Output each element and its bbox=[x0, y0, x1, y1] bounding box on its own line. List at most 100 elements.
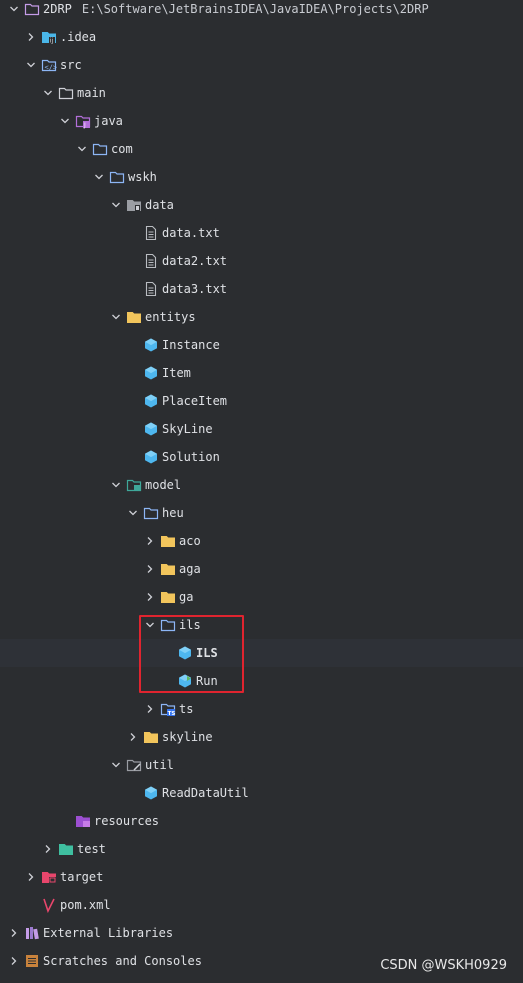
tree-item-label: SkyLine bbox=[162, 422, 213, 436]
package-icon bbox=[92, 141, 108, 157]
chevron-down-icon[interactable] bbox=[74, 141, 90, 157]
chevron-down-icon[interactable] bbox=[57, 113, 73, 129]
chevron-down-icon[interactable] bbox=[23, 57, 39, 73]
tree-item-label: model bbox=[145, 478, 182, 492]
chevron-down-icon[interactable] bbox=[108, 309, 124, 325]
idea-folder-icon: ij bbox=[41, 29, 57, 45]
chevron-right-icon[interactable] bbox=[40, 841, 56, 857]
tree-row-aco[interactable]: aco bbox=[0, 527, 523, 555]
model-package-icon bbox=[126, 477, 142, 493]
tree-row-main[interactable]: main bbox=[0, 79, 523, 107]
tree-item-label: Item bbox=[162, 366, 191, 380]
tree-item-label: 2DRP bbox=[43, 2, 72, 16]
java-main-class-icon bbox=[177, 673, 193, 689]
tree-row-aga[interactable]: aga bbox=[0, 555, 523, 583]
tree-row-entitys[interactable]: entitys bbox=[0, 303, 523, 331]
tree-item-label: ReadDataUtil bbox=[162, 786, 249, 800]
text-file-icon bbox=[143, 253, 159, 269]
tree-row-data-txt[interactable]: data.txt bbox=[0, 219, 523, 247]
tree-row-readdatautil[interactable]: ReadDataUtil bbox=[0, 779, 523, 807]
tree-row-ga[interactable]: ga bbox=[0, 583, 523, 611]
tree-row-com[interactable]: com bbox=[0, 135, 523, 163]
tree-row-ils[interactable]: ILS bbox=[0, 639, 523, 667]
resources-root-icon bbox=[75, 813, 91, 829]
chevron-down-icon[interactable] bbox=[6, 1, 22, 17]
java-class-icon bbox=[143, 393, 159, 409]
java-class-icon bbox=[143, 449, 159, 465]
tree-item-label: ga bbox=[179, 590, 194, 604]
tree-row-data[interactable]: data bbox=[0, 191, 523, 219]
tree-row-external-libraries[interactable]: External Libraries bbox=[0, 919, 523, 947]
tree-item-label: ILS bbox=[196, 646, 218, 660]
tree-row-wskh[interactable]: wskh bbox=[0, 163, 523, 191]
tree-item-label: java bbox=[94, 114, 123, 128]
entity-package-icon bbox=[126, 309, 142, 325]
tree-row-heu[interactable]: heu bbox=[0, 499, 523, 527]
tree-row-util[interactable]: util bbox=[0, 751, 523, 779]
chevron-down-icon[interactable] bbox=[108, 477, 124, 493]
chevron-down-icon[interactable] bbox=[91, 169, 107, 185]
java-class-icon bbox=[177, 645, 193, 661]
tree-item-label: test bbox=[77, 842, 106, 856]
tree-row-data3-txt[interactable]: data3.txt bbox=[0, 275, 523, 303]
chevron-down-icon[interactable] bbox=[125, 505, 141, 521]
tree-row-java[interactable]: Jjava bbox=[0, 107, 523, 135]
tree-row--idea[interactable]: ij .idea bbox=[0, 23, 523, 51]
tree-item-label: resources bbox=[94, 814, 160, 828]
chevron-right-icon[interactable] bbox=[23, 29, 39, 45]
tree-row-target[interactable]: target bbox=[0, 863, 523, 891]
chevron-right-icon[interactable] bbox=[23, 869, 39, 885]
chevron-right-icon[interactable] bbox=[142, 589, 158, 605]
tree-item-label: main bbox=[77, 86, 106, 100]
tree-row-skyline[interactable]: SkyLine bbox=[0, 415, 523, 443]
chevron-right-icon[interactable] bbox=[142, 701, 158, 717]
source-folder-icon: </> bbox=[41, 57, 57, 73]
svg-text:ij: ij bbox=[50, 38, 54, 45]
tree-item-label: src bbox=[60, 58, 82, 72]
chevron-right-icon[interactable] bbox=[6, 953, 22, 969]
tree-row-2drp[interactable]: 2DRP E:\Software\JetBrainsIDEA\JavaIDEA\P… bbox=[0, 0, 523, 23]
tree-item-label: aga bbox=[179, 562, 201, 576]
tree-item-label: com bbox=[111, 142, 133, 156]
tree-row-item[interactable]: Item bbox=[0, 359, 523, 387]
tree-row-model[interactable]: model bbox=[0, 471, 523, 499]
chevron-right-icon[interactable] bbox=[6, 925, 22, 941]
scratches-icon bbox=[24, 953, 40, 969]
libraries-icon bbox=[24, 925, 40, 941]
tree-row-solution[interactable]: Solution bbox=[0, 443, 523, 471]
java-source-root-icon: J bbox=[75, 113, 91, 129]
chevron-down-icon[interactable] bbox=[40, 85, 56, 101]
tree-item-label: wskh bbox=[128, 170, 157, 184]
tree-row-skyline[interactable]: skyline bbox=[0, 723, 523, 751]
java-class-icon bbox=[143, 785, 159, 801]
resource-package-icon bbox=[126, 197, 142, 213]
chevron-down-icon[interactable] bbox=[108, 757, 124, 773]
test-root-icon bbox=[58, 841, 74, 857]
tree-row-ts[interactable]: TS ts bbox=[0, 695, 523, 723]
chevron-down-icon[interactable] bbox=[108, 197, 124, 213]
yellow-package-icon bbox=[143, 729, 159, 745]
tree-row-test[interactable]: test bbox=[0, 835, 523, 863]
package-icon bbox=[109, 169, 125, 185]
chevron-down-icon[interactable] bbox=[142, 617, 158, 633]
chevron-right-icon[interactable] bbox=[142, 561, 158, 577]
tree-item-label: heu bbox=[162, 506, 184, 520]
tree-row-pom-xml[interactable]: pom.xml bbox=[0, 891, 523, 919]
maven-icon bbox=[41, 897, 57, 913]
tree-item-label: ts bbox=[179, 702, 194, 716]
project-path: E:\Software\JetBrainsIDEA\JavaIDEA\Proje… bbox=[81, 2, 429, 16]
chevron-right-icon[interactable] bbox=[142, 533, 158, 549]
tree-row-instance[interactable]: Instance bbox=[0, 331, 523, 359]
package-icon bbox=[143, 505, 159, 521]
tree-row-resources[interactable]: resources bbox=[0, 807, 523, 835]
tree-row-run[interactable]: Run bbox=[0, 667, 523, 695]
tree-item-label: entitys bbox=[145, 310, 196, 324]
tree-row-src[interactable]: </> src bbox=[0, 51, 523, 79]
tree-item-label: data3.txt bbox=[162, 282, 228, 296]
tree-item-label: Run bbox=[196, 674, 218, 688]
chevron-right-icon[interactable] bbox=[125, 729, 141, 745]
tree-row-data2-txt[interactable]: data2.txt bbox=[0, 247, 523, 275]
svg-text:TS: TS bbox=[168, 711, 176, 717]
tree-row-ils[interactable]: ils bbox=[0, 611, 523, 639]
tree-row-placeitem[interactable]: PlaceItem bbox=[0, 387, 523, 415]
